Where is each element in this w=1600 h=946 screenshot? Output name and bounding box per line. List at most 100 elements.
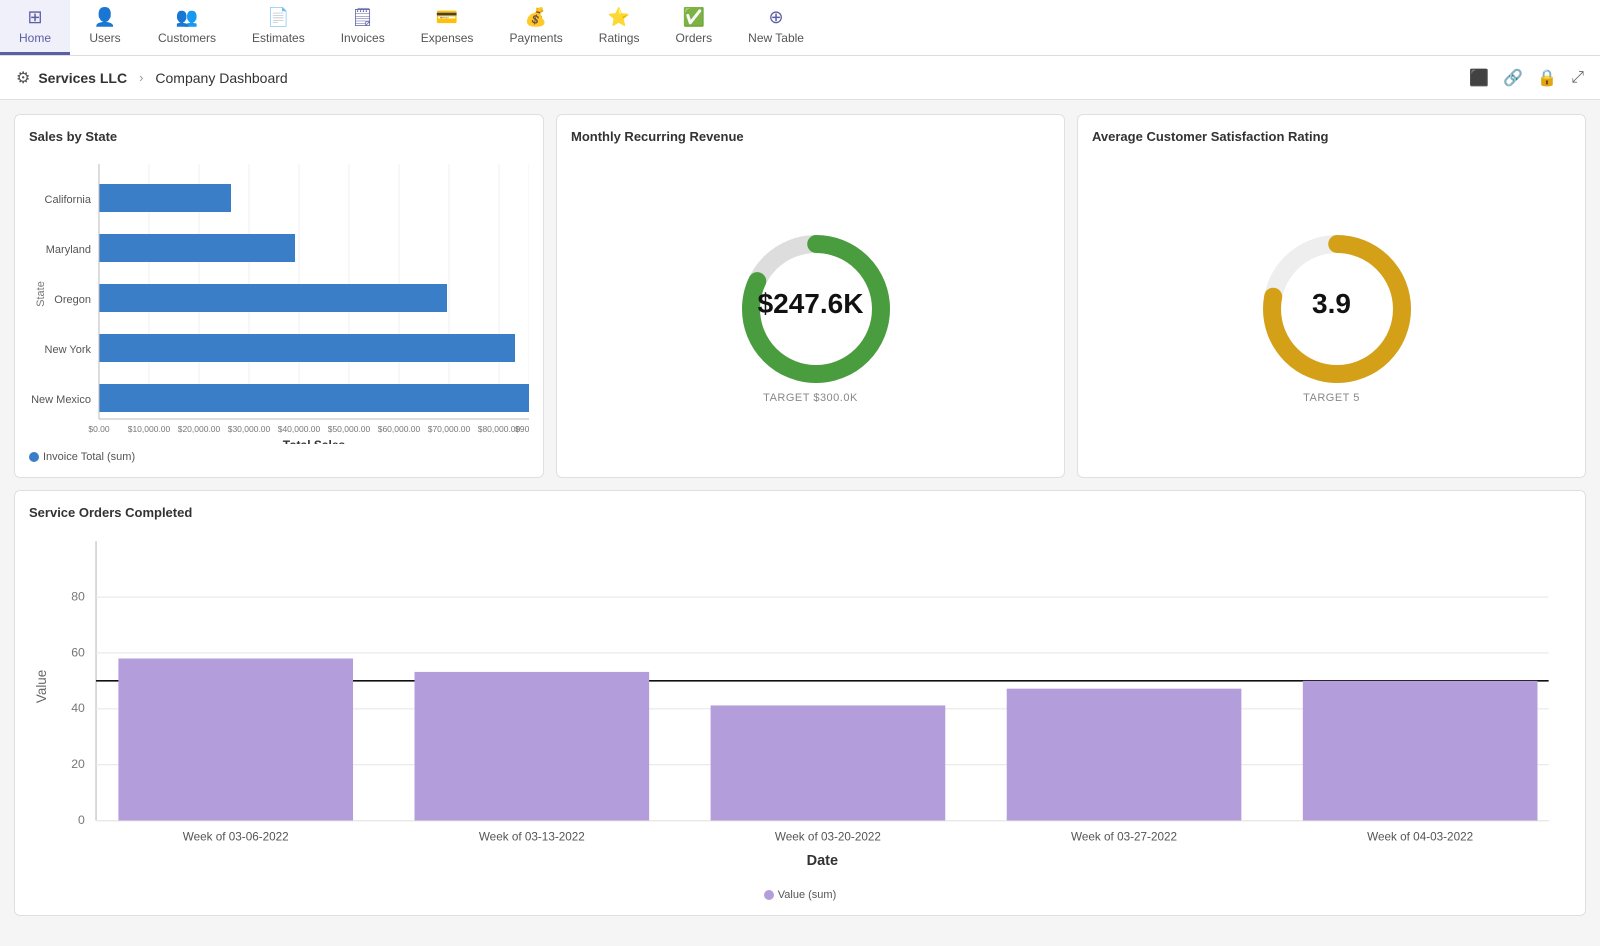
bar-oregon (99, 284, 447, 312)
svg-text:Date: Date (807, 853, 838, 869)
svg-text:$30,000.00: $30,000.00 (228, 424, 271, 434)
svg-text:$40,000.00: $40,000.00 (278, 424, 321, 434)
top-navigation: ⊞ Home 👤 Users 👥 Customers 📄 Estimates 🗒… (0, 0, 1600, 56)
service-orders-chart: 0 20 40 60 80 Value Week of 03-06-2022 W… (29, 530, 1571, 901)
nav-item-home[interactable]: ⊞ Home (0, 0, 70, 55)
nav-item-estimates[interactable]: 📄 Estimates (234, 0, 323, 55)
bar-week4 (1007, 689, 1242, 821)
nav-label-expenses: Expenses (421, 31, 474, 45)
svg-text:California: California (45, 194, 92, 206)
svg-text:60: 60 (71, 645, 85, 659)
satisfaction-donut-container: 3.9 TARGET 5 (1092, 154, 1571, 463)
nav-label-home: Home (19, 31, 51, 45)
satisfaction-value: 3.9 (1312, 288, 1351, 320)
sales-by-state-svg: California Maryland Oregon New York New … (29, 154, 529, 444)
service-orders-svg: 0 20 40 60 80 Value Week of 03-06-2022 W… (29, 530, 1571, 888)
bar-week5 (1303, 681, 1538, 821)
top-charts-row: Sales by State Cali (14, 114, 1586, 478)
nav-icon-users: 👤 (94, 7, 116, 28)
breadcrumb-actions: ⬛ 🔗 🔒 ⤢ (1469, 68, 1584, 88)
svg-text:Maryland: Maryland (46, 244, 91, 256)
company-name: Services LLC (38, 70, 127, 86)
svg-text:Week of 03-06-2022: Week of 03-06-2022 (183, 831, 289, 844)
svg-text:20: 20 (71, 757, 85, 771)
satisfaction-donut: 3.9 (1252, 224, 1412, 384)
nav-item-invoices[interactable]: 🗒 Invoices (323, 0, 403, 55)
nav-icon-expenses: 💳 (436, 7, 458, 28)
legend-label-value: Value (sum) (778, 889, 836, 901)
svg-text:New York: New York (45, 344, 92, 356)
bar-week3 (711, 705, 946, 820)
legend-dot-value (764, 890, 774, 900)
service-orders-card: Service Orders Completed 0 20 40 60 80 (14, 490, 1586, 916)
svg-text:$70,000.00: $70,000.00 (428, 424, 471, 434)
nav-label-payments: Payments (509, 31, 562, 45)
svg-text:$20,000.00: $20,000.00 (178, 424, 221, 434)
settings-icon[interactable]: ⚙ (16, 68, 30, 88)
service-orders-legend: Value (sum) (29, 889, 1571, 901)
bar-week1 (118, 658, 353, 820)
nav-item-users[interactable]: 👤 Users (70, 0, 140, 55)
nav-icon-orders: ✅ (683, 7, 705, 28)
legend-dot-invoice (29, 452, 39, 462)
nav-item-ratings[interactable]: ⭐ Ratings (581, 0, 658, 55)
svg-text:Week of 03-27-2022: Week of 03-27-2022 (1071, 831, 1177, 844)
bar-maryland (99, 234, 295, 262)
svg-text:Oregon: Oregon (54, 294, 91, 306)
svg-text:Week of 04-03-2022: Week of 04-03-2022 (1367, 831, 1473, 844)
monitor-icon[interactable]: ⬛ (1469, 68, 1489, 88)
satisfaction-title: Average Customer Satisfaction Rating (1092, 129, 1571, 144)
bar-chart-legend: Invoice Total (sum) (29, 451, 529, 463)
svg-text:80: 80 (71, 589, 85, 603)
nav-icon-customers: 👥 (176, 7, 198, 28)
nav-label-ratings: Ratings (599, 31, 640, 45)
svg-text:Total Sales: Total Sales (283, 438, 346, 444)
mrr-title: Monthly Recurring Revenue (571, 129, 1050, 144)
svg-text:Week of 03-13-2022: Week of 03-13-2022 (479, 831, 585, 844)
nav-label-estimates: Estimates (252, 31, 305, 45)
nav-item-payments[interactable]: 💰 Payments (491, 0, 580, 55)
bar-california (99, 184, 231, 212)
nav-item-orders[interactable]: ✅ Orders (657, 0, 730, 55)
nav-label-customers: Customers (158, 31, 216, 45)
breadcrumb-bar: ⚙ Services LLC › Company Dashboard ⬛ 🔗 🔒… (0, 56, 1600, 100)
lock-icon[interactable]: 🔒 (1537, 68, 1557, 88)
page-title: Company Dashboard (155, 70, 287, 86)
svg-text:New Mexico: New Mexico (31, 394, 91, 406)
nav-icon-estimates: 📄 (267, 7, 289, 28)
share-icon[interactable]: 🔗 (1503, 68, 1523, 88)
svg-text:$90,...: $90,... (515, 424, 529, 434)
nav-label-users: Users (89, 31, 120, 45)
svg-text:$80,000.00: $80,000.00 (478, 424, 521, 434)
mrr-card: Monthly Recurring Revenue $247.6K TARGET… (556, 114, 1065, 478)
svg-text:Week of 03-20-2022: Week of 03-20-2022 (775, 831, 881, 844)
expand-icon[interactable]: ⤢ (1571, 69, 1584, 87)
svg-text:0: 0 (78, 813, 85, 827)
svg-text:$0.00: $0.00 (88, 424, 110, 434)
sales-by-state-chart: California Maryland Oregon New York New … (29, 154, 529, 463)
legend-label-invoice: Invoice Total (sum) (43, 451, 135, 463)
satisfaction-card: Average Customer Satisfaction Rating 3.9… (1077, 114, 1586, 478)
nav-label-invoices: Invoices (341, 31, 385, 45)
bar-newyork (99, 334, 515, 362)
mrr-donut: $247.6K (731, 224, 891, 384)
nav-item-new-table[interactable]: ⊕ New Table (730, 0, 822, 55)
svg-text:40: 40 (71, 701, 85, 715)
bar-newmexico (99, 384, 529, 412)
svg-text:Value: Value (34, 670, 49, 703)
breadcrumb-left: ⚙ Services LLC › Company Dashboard (16, 68, 288, 88)
nav-icon-new-table: ⊕ (769, 7, 784, 28)
bar-week2 (415, 672, 650, 821)
svg-text:$50,000.00: $50,000.00 (328, 424, 371, 434)
nav-label-new-table: New Table (748, 31, 804, 45)
sales-by-state-title: Sales by State (29, 129, 529, 144)
main-content: Sales by State Cali (0, 100, 1600, 946)
nav-icon-home: ⊞ (27, 7, 42, 28)
nav-icon-payments: 💰 (525, 7, 547, 28)
svg-text:$60,000.00: $60,000.00 (378, 424, 421, 434)
svg-text:State: State (35, 281, 47, 307)
mrr-donut-container: $247.6K TARGET $300.0K (571, 154, 1050, 463)
nav-item-customers[interactable]: 👥 Customers (140, 0, 234, 55)
nav-item-expenses[interactable]: 💳 Expenses (403, 0, 492, 55)
nav-icon-invoices: 🗒 (351, 7, 374, 28)
